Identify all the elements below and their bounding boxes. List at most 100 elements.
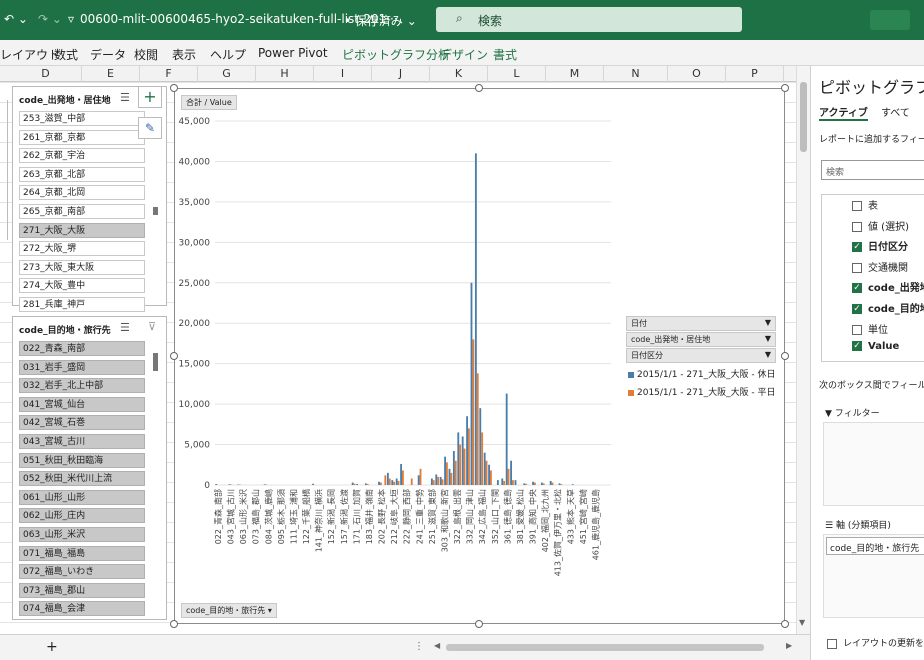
tab-help[interactable]: ヘルプ: [210, 46, 246, 63]
bar[interactable]: [454, 460, 457, 485]
redo-icon[interactable]: ↷ ⌄: [38, 12, 62, 26]
checkbox-icon[interactable]: ✓: [852, 304, 862, 314]
bar[interactable]: [441, 479, 444, 485]
column-header[interactable]: K: [430, 66, 488, 82]
undo-icon[interactable]: ↶ ⌄: [4, 12, 28, 26]
vertical-scrollbar[interactable]: ▼: [796, 66, 810, 634]
tab-format[interactable]: 書式: [493, 46, 517, 63]
axis-drop-area[interactable]: code_目的地・旅行先: [823, 534, 924, 618]
bar[interactable]: [378, 481, 380, 485]
slicer-item[interactable]: 022_青森_南部: [19, 341, 145, 356]
checkbox-icon[interactable]: ✓: [852, 283, 862, 294]
tab-all[interactable]: すべて: [881, 104, 910, 119]
search-box[interactable]: ⌕ 検索: [436, 7, 742, 32]
bar[interactable]: [452, 451, 455, 485]
legend-field-origin[interactable]: code_出発地・居住地 ▼: [626, 332, 776, 347]
bar[interactable]: [505, 393, 508, 485]
bar[interactable]: [391, 480, 394, 485]
bar[interactable]: [476, 373, 479, 485]
slicer-item[interactable]: 253_滋賀_中部: [19, 111, 145, 126]
bar[interactable]: [228, 484, 231, 485]
bar[interactable]: [481, 432, 484, 485]
slicer-item[interactable]: 051_秋田_秋田臨海: [19, 452, 145, 468]
slicer-item[interactable]: 265_京都_南部: [19, 204, 145, 219]
bar[interactable]: [523, 483, 526, 485]
tab-pivotchart-analyze[interactable]: ピボットグラフ分析: [342, 46, 450, 63]
axis-field-item[interactable]: code_目的地・旅行先: [826, 537, 924, 555]
pivot-chart[interactable]: 合計 / Value 0 5,000 10,000 15,000 20,000 25,00…: [174, 88, 785, 624]
checkbox-icon[interactable]: [852, 221, 862, 232]
bar[interactable]: [479, 408, 482, 485]
bar[interactable]: [366, 484, 369, 485]
bar[interactable]: [417, 475, 420, 485]
column-header[interactable]: G: [198, 66, 256, 82]
slicer-item[interactable]: 061_山形_山形: [19, 489, 145, 505]
resize-handle[interactable]: [475, 620, 483, 628]
resize-handle[interactable]: [781, 84, 789, 92]
bar[interactable]: [503, 480, 506, 485]
scroll-left-icon[interactable]: ◀: [434, 641, 440, 650]
resize-handle[interactable]: [170, 352, 178, 360]
bar[interactable]: [534, 482, 536, 485]
filter-drop-area[interactable]: [823, 422, 924, 506]
slicer-item[interactable]: 071_福島_福島: [19, 545, 145, 561]
bar[interactable]: [446, 462, 448, 485]
slicer-item[interactable]: 031_岩手_盛岡: [19, 359, 145, 375]
bar[interactable]: [450, 472, 453, 485]
slicer-item[interactable]: 052_秋田_米代川上流: [19, 471, 145, 487]
bar[interactable]: [432, 480, 435, 485]
slicer-item[interactable]: 032_岩手_北上中部: [19, 378, 145, 394]
tab-power-pivot[interactable]: Power Pivot: [258, 46, 328, 60]
slicer-scrollbar[interactable]: [153, 353, 158, 371]
checkbox-icon[interactable]: ✓: [852, 341, 862, 352]
bar[interactable]: [472, 339, 475, 485]
slicer-item[interactable]: 063_山形_米沢: [19, 527, 145, 542]
bar[interactable]: [402, 470, 404, 485]
bar[interactable]: [393, 481, 396, 485]
bar[interactable]: [466, 416, 468, 485]
checkbox-icon[interactable]: [852, 262, 862, 273]
bar[interactable]: [364, 483, 367, 485]
bar[interactable]: [400, 463, 402, 485]
bar[interactable]: [419, 468, 422, 485]
legend-field-daytype[interactable]: 日付区分 ▼: [626, 348, 776, 363]
bar[interactable]: [353, 483, 356, 485]
bar[interactable]: [470, 282, 473, 485]
account-area[interactable]: [870, 10, 910, 30]
bar[interactable]: [558, 483, 561, 485]
add-sheet-button[interactable]: +: [46, 639, 58, 655]
bar[interactable]: [384, 475, 387, 485]
column-header[interactable]: O: [668, 66, 726, 82]
bar[interactable]: [448, 468, 451, 485]
column-header[interactable]: M: [546, 66, 604, 82]
clear-filter-icon[interactable]: ⊽: [148, 320, 156, 333]
bar[interactable]: [507, 468, 510, 485]
brush-icon[interactable]: ✎: [138, 117, 162, 139]
legend-field-date[interactable]: 日付 ▼: [626, 316, 776, 331]
defer-update-checkbox[interactable]: レイアウトの更新を保: [827, 636, 924, 649]
column-header[interactable]: H: [256, 66, 314, 82]
slicer-item[interactable]: 043_宮城_古川: [19, 434, 145, 449]
bar[interactable]: [532, 481, 534, 485]
horizontal-scroll-thumb[interactable]: [446, 644, 764, 651]
bar[interactable]: [444, 456, 446, 485]
resize-handle[interactable]: [170, 84, 178, 92]
slicer-item[interactable]: 281_兵庫_神戸: [19, 297, 145, 312]
slicer-item[interactable]: 074_福島_会津: [19, 601, 145, 617]
bar[interactable]: [388, 478, 391, 485]
field-checkbox[interactable]: 単位: [852, 321, 888, 336]
field-checkbox[interactable]: 交通機関: [852, 259, 908, 274]
bar[interactable]: [540, 482, 543, 485]
resize-handle[interactable]: [170, 620, 178, 628]
field-checkbox[interactable]: 値 (選択): [852, 218, 909, 233]
bar[interactable]: [435, 474, 438, 485]
bar[interactable]: [474, 153, 477, 485]
bar[interactable]: [461, 436, 464, 485]
scroll-right-icon[interactable]: ▶: [786, 641, 792, 650]
bar[interactable]: [514, 480, 517, 485]
checkbox-icon[interactable]: ✓: [852, 242, 862, 253]
field-search-input[interactable]: 検索: [821, 160, 924, 180]
bar[interactable]: [380, 482, 382, 485]
bar[interactable]: [437, 476, 440, 485]
bar[interactable]: [512, 480, 514, 485]
